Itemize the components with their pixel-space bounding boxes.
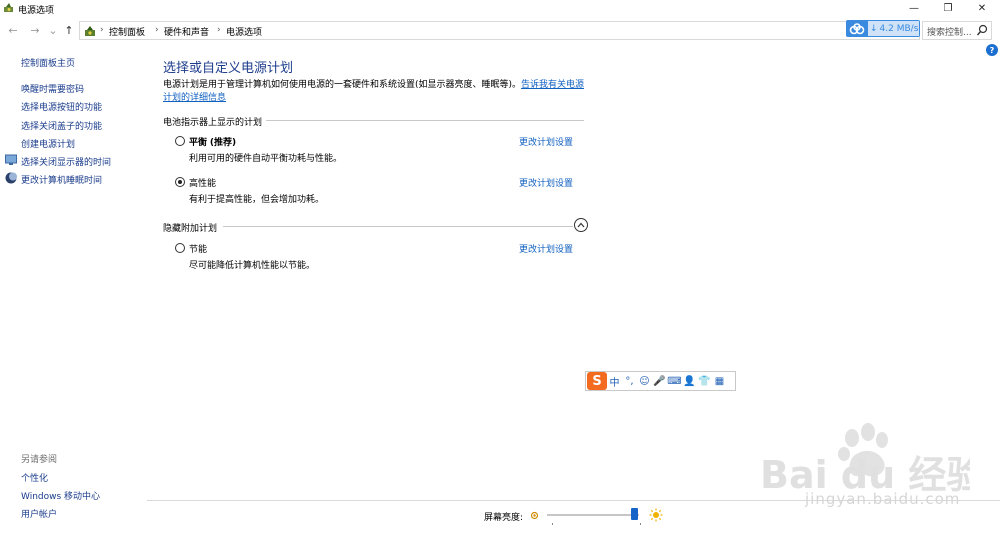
- plan-balanced-desc: 利用可用的硬件自动平衡功耗与性能。: [189, 154, 343, 164]
- arrow-right-icon: →: [30, 23, 40, 37]
- ime-punctuation-icon[interactable]: °,: [622, 376, 637, 387]
- sidebar-item-power-button[interactable]: 选择电源按钮的功能: [21, 100, 102, 113]
- minimize-button[interactable]: —: [897, 0, 931, 17]
- control-panel-icon: [85, 26, 95, 36]
- plan-power-saver-desc: 尽可能降低计算机性能以节能。: [189, 261, 316, 271]
- sidebar-item-label: 更改计算机睡眠时间: [21, 176, 103, 186]
- sidebar-item-label: 选择关闭显示器的时间: [21, 158, 112, 168]
- plan-balanced-change-link[interactable]: 更改计划设置: [519, 135, 573, 148]
- ime-toolbox-icon[interactable]: ▦: [712, 376, 727, 387]
- see-also-mobility-center[interactable]: Windows 移动中心: [21, 489, 100, 502]
- brightness-high-icon: [649, 508, 663, 522]
- slider-tick: [640, 523, 641, 525]
- address-row: ← → ⌄ ↑ › 控制面板 › 硬件和声音 › 电源选项 ↓ 4.2 MB/s …: [0, 18, 1000, 42]
- plan-power-saver-change-link[interactable]: 更改计划设置: [519, 242, 573, 255]
- search-placeholder: 搜索控制...: [927, 28, 972, 38]
- forward-button[interactable]: →: [28, 22, 42, 38]
- sidebar-item-display-off[interactable]: 选择关闭显示器的时间: [5, 154, 112, 168]
- breadcrumb-power-options[interactable]: 电源选项: [226, 25, 262, 38]
- sidebar-item-lid-close[interactable]: 选择关闭盖子的功能: [21, 119, 102, 132]
- brightness-label: 屏幕亮度:: [484, 513, 524, 523]
- breadcrumb-separator: ›: [217, 25, 221, 35]
- download-arrow-icon: ↓: [870, 23, 878, 34]
- slider-tick: [552, 523, 553, 525]
- section-divider: [266, 120, 584, 121]
- ime-toolbar: S 中 °, ☺ 🎤 ⌨ 👤 👕 ▦: [585, 371, 736, 391]
- brightness-slider[interactable]: [547, 514, 639, 516]
- moon-icon: [5, 172, 17, 184]
- ime-keyboard-icon[interactable]: ⌨: [667, 376, 682, 387]
- cloud-icon: [846, 20, 868, 37]
- sidebar-home-link[interactable]: 控制面板主页: [21, 56, 75, 69]
- restore-icon: ❐: [943, 3, 953, 14]
- chevron-down-icon: ⌄: [48, 23, 58, 37]
- search-icon: [976, 24, 988, 36]
- sogou-logo-icon[interactable]: S: [587, 372, 607, 390]
- brightness-low-icon: [530, 511, 539, 520]
- brightness-slider-thumb[interactable]: [631, 508, 639, 520]
- page-title: 选择或自定义电源计划: [163, 61, 294, 76]
- see-also-personalization[interactable]: 个性化: [21, 471, 48, 484]
- plan-balanced-label: 平衡: [189, 138, 208, 148]
- monitor-icon: [5, 154, 17, 165]
- plan-balanced-name: 平衡 (推荐): [189, 135, 236, 148]
- ime-emoji-icon[interactable]: ☺: [637, 376, 652, 387]
- plan-power-saver-name: 节能: [189, 245, 208, 255]
- back-button[interactable]: ←: [6, 22, 20, 38]
- see-also-heading: 另请参阅: [21, 455, 58, 465]
- plan-balanced-tag: (推荐): [209, 138, 237, 148]
- breadcrumb-hardware-sound[interactable]: 硬件和声音: [164, 25, 209, 38]
- ime-chinese-toggle[interactable]: 中: [607, 374, 622, 389]
- chevron-up-icon: [577, 222, 585, 228]
- help-button[interactable]: ?: [986, 44, 998, 56]
- breadcrumb-separator: ›: [155, 25, 159, 35]
- section-divider: [223, 226, 573, 227]
- minimize-icon: —: [909, 3, 919, 14]
- see-also-user-accounts[interactable]: 用户帐户: [21, 507, 57, 520]
- network-speed-widget[interactable]: ↓ 4.2 MB/s: [846, 20, 920, 37]
- ime-user-icon[interactable]: 👤: [682, 376, 697, 387]
- hidden-plans-heading: 隐藏附加计划: [163, 224, 218, 234]
- address-bar[interactable]: › 控制面板 › 硬件和声音 › 电源选项: [79, 21, 920, 40]
- plan-high-performance-radio[interactable]: [175, 177, 185, 187]
- window-title: 电源选项: [18, 6, 55, 16]
- help-icon: ?: [989, 45, 995, 55]
- search-input[interactable]: 搜索控制...: [922, 21, 992, 40]
- plan-high-performance-change-link[interactable]: 更改计划设置: [519, 176, 573, 189]
- sidebar-item-create-plan[interactable]: 创建电源计划: [21, 137, 75, 150]
- close-button[interactable]: ✕: [965, 0, 999, 17]
- collapse-hidden-plans-button[interactable]: [574, 218, 588, 232]
- ime-voice-icon[interactable]: 🎤: [652, 376, 667, 387]
- breadcrumb-separator: ›: [100, 25, 104, 35]
- sidebar-item-wake-password[interactable]: 唤醒时需要密码: [21, 82, 84, 95]
- breadcrumb-control-panel[interactable]: 控制面板: [109, 25, 145, 38]
- maximize-button[interactable]: ❐: [931, 0, 965, 17]
- recent-locations-button[interactable]: ⌄: [46, 22, 60, 38]
- download-speed-value: 4.2 MB/s: [879, 23, 919, 34]
- title-bar: 电源选项 — ❐ ✕: [0, 0, 1000, 17]
- battery-plans-heading: 电池指示器上显示的计划: [163, 118, 263, 128]
- plan-high-performance-desc: 有利于提高性能，但会增加功耗。: [189, 195, 325, 205]
- download-speed: ↓ 4.2 MB/s: [868, 21, 919, 36]
- close-icon: ✕: [977, 3, 987, 14]
- plan-balanced-radio[interactable]: [175, 136, 185, 146]
- ime-skin-icon[interactable]: 👕: [697, 376, 712, 387]
- plan-power-saver-radio[interactable]: [175, 243, 185, 253]
- arrow-up-icon: ↑: [64, 23, 74, 37]
- up-button[interactable]: ↑: [62, 22, 76, 38]
- description-text: 电源计划是用于管理计算机如何使用电源的一套硬件和系统设置(如显示器亮度、睡眠等)…: [163, 80, 522, 90]
- power-options-icon: [4, 3, 13, 12]
- page-description: 电源计划是用于管理计算机如何使用电源的一套硬件和系统设置(如显示器亮度、睡眠等)…: [163, 79, 593, 105]
- plan-high-performance-name: 高性能: [189, 179, 217, 189]
- arrow-left-icon: ←: [8, 23, 18, 37]
- sidebar-item-sleep-time[interactable]: 更改计算机睡眠时间: [5, 172, 103, 186]
- watermark-site-text: jingyan.baidu.com: [805, 490, 961, 508]
